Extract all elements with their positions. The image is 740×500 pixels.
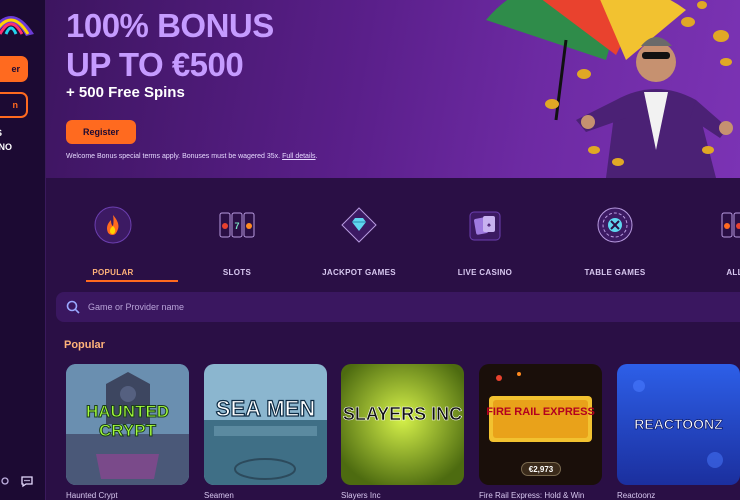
game-card-seamen[interactable]: SEA MEN xyxy=(204,364,327,485)
search-icon xyxy=(66,300,80,314)
slot-machine-icon: 7 xyxy=(219,212,255,238)
hero-title-line1: 100% BONUS xyxy=(66,7,274,44)
sidebar-login-button[interactable]: n xyxy=(0,92,28,118)
tab-label: SLOTS xyxy=(222,268,252,277)
search-input[interactable] xyxy=(88,302,388,312)
game-card-reactoonz[interactable]: REACTOONZ xyxy=(617,364,740,485)
hero-subtitle: + 500 Free Spins xyxy=(66,84,185,101)
cards-icon: ♠ xyxy=(469,211,501,241)
terms-text: Welcome Bonus special terms apply. Bonus… xyxy=(66,153,318,160)
game-thumbnail xyxy=(341,364,464,485)
svg-text:♠: ♠ xyxy=(487,222,491,229)
game-name[interactable]: Slayers Inc xyxy=(341,491,381,500)
tab-label: TABLE GAMES xyxy=(584,268,646,277)
roulette-icon xyxy=(597,207,633,243)
hero-title-line2: UP TO €500 xyxy=(66,46,244,83)
game-art-title: SLAYERS INC xyxy=(342,404,463,425)
tab-label: POPULAR xyxy=(92,268,134,277)
sidebar-register-button[interactable]: er xyxy=(0,56,28,82)
game-name[interactable]: Fire Rail Express: Hold & Win xyxy=(479,491,584,500)
terms-body: Welcome Bonus special terms apply. Bonus… xyxy=(66,153,281,160)
game-art-title: FIRE RAIL EXPRESS xyxy=(486,406,595,418)
tab-label: JACKPOT GAMES xyxy=(322,268,396,277)
full-details-link[interactable]: Full details xyxy=(282,153,315,160)
tab-table-games[interactable]: TABLE GAMES xyxy=(560,206,670,277)
chat-icon[interactable] xyxy=(20,474,34,488)
tab-all-games[interactable]: ALL G xyxy=(684,206,740,277)
flame-icon xyxy=(94,206,132,244)
slot-machine-icon xyxy=(721,212,740,238)
tab-label: ALL G xyxy=(726,268,740,277)
active-tab-indicator xyxy=(86,280,178,282)
tab-popular[interactable]: POPULAR xyxy=(58,206,168,277)
brand-logo[interactable] xyxy=(0,4,36,40)
game-name[interactable]: Reactoonz xyxy=(617,491,655,500)
sidebar-promo-line1[interactable]: ES xyxy=(0,128,2,138)
sidebar: er n ES SINO xyxy=(0,0,46,500)
game-card-haunted-crypt[interactable]: HAUNTED CRYPT xyxy=(66,364,189,485)
game-art-title: HAUNTED CRYPT xyxy=(85,402,170,441)
game-card-fire-rail-express[interactable]: FIRE RAIL EXPRESS €2,973 xyxy=(479,364,602,485)
search-bar[interactable] xyxy=(56,292,740,322)
game-card-slayers-inc[interactable]: SLAYERS INC xyxy=(341,364,464,485)
hero-title: 100% BONUS UP TO €500 xyxy=(66,6,274,84)
hero-illustration xyxy=(486,0,733,178)
popular-section-title: Popular xyxy=(64,339,105,351)
register-button[interactable]: Register xyxy=(66,120,136,144)
tab-label: LIVE CASINO xyxy=(457,268,513,277)
sidebar-promo-line2[interactable]: SINO xyxy=(0,142,12,152)
game-name[interactable]: Haunted Crypt xyxy=(66,491,118,500)
jackpot-badge: €2,973 xyxy=(521,462,561,476)
game-name[interactable]: Seamen xyxy=(204,491,234,500)
game-thumbnail xyxy=(204,364,327,485)
tab-slots[interactable]: 7 SLOTS xyxy=(182,206,292,277)
game-art-title: SEA MEN xyxy=(215,396,316,421)
hero-banner: 100% BONUS UP TO €500 + 500 Free Spins R… xyxy=(46,0,740,178)
category-nav: POPULAR 7 SLOTS JACKPOT GAMES ♠ LIVE CAS… xyxy=(46,178,740,288)
tab-live-casino[interactable]: ♠ LIVE CASINO xyxy=(430,206,540,277)
game-art-title: REACTOONZ xyxy=(634,416,723,433)
svg-text:7: 7 xyxy=(234,221,239,231)
diamond-icon xyxy=(341,207,377,243)
tab-jackpot-games[interactable]: JACKPOT GAMES xyxy=(304,206,414,277)
sun-icon[interactable] xyxy=(0,474,12,488)
